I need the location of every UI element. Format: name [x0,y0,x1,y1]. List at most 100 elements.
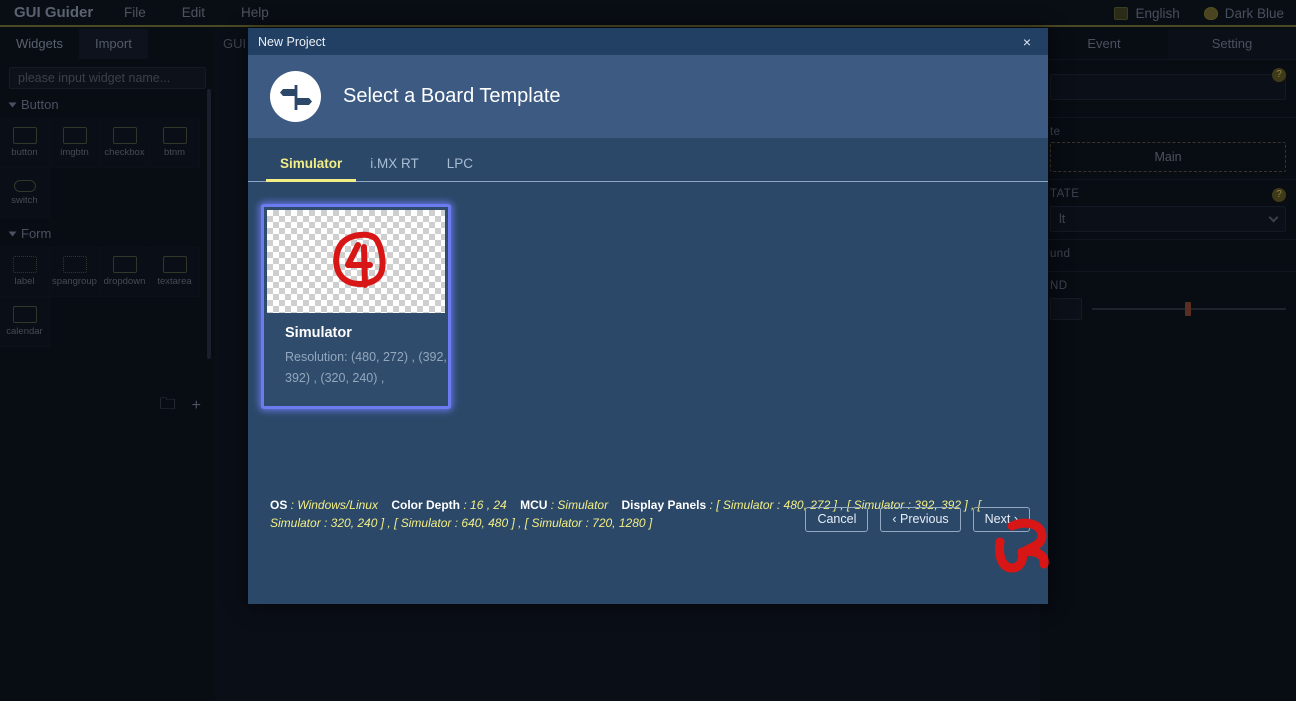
widget-textarea[interactable]: textarea [150,247,200,297]
widget-group-form-label: Form [21,226,52,241]
dialog-body: Simulator Resolution: (480, 272) , (392,… [248,182,1048,546]
chevron-down-icon [8,231,17,236]
board-preview-image [267,210,445,313]
inspector-field-state: ? TATE lt [1040,179,1296,239]
widget-calendar[interactable]: calendar [0,297,50,347]
btnm-icon [162,127,187,144]
palette-icon [1203,7,1218,20]
inspector-field-name: ? [1040,59,1296,117]
card-description: Resolution: (480, 272) , (392, 392) , (3… [285,350,447,385]
app-brand: GUI Guider [14,4,94,21]
name-input[interactable] [1050,74,1286,100]
switch-icon [13,179,36,192]
widget-spangroup[interactable]: spangroup [50,247,100,297]
chevron-down-icon [1268,212,1279,223]
tab-widgets[interactable]: Widgets [0,29,79,59]
widget-label: dropdown [103,276,146,287]
menu-item-file[interactable]: File [106,0,164,26]
imgbtn-icon [62,127,87,144]
dialog-title: New Project [258,34,326,49]
tab-import[interactable]: Import [78,29,148,59]
widget-checkbox[interactable]: checkbox [100,118,150,168]
checkbox-icon [112,127,137,144]
widget-label: calendar [6,326,43,337]
bg-opacity-label: ND [1050,280,1068,292]
widget-group-form-grid: label spangroup dropdown textarea calend… [0,247,215,347]
signpost-icon [270,71,321,122]
theme-selector[interactable]: Dark Blue [1192,6,1296,21]
slider-thumb[interactable] [1185,302,1192,316]
tab-simulator[interactable]: Simulator [266,156,357,182]
widget-dropdown[interactable]: dropdown [100,247,150,297]
language-icon [1114,7,1129,20]
language-selector[interactable]: English [1102,6,1191,21]
bg-opacity-row [1050,298,1286,320]
calendar-icon [12,306,37,323]
add-icon[interactable]: + [192,397,201,415]
parent-value[interactable]: Main [1050,142,1286,172]
state-select-value: lt [1059,212,1066,226]
widget-label: label [14,276,35,287]
card-title: Simulator [285,325,352,341]
previous-button[interactable]: ‹ Previous [880,506,961,532]
tab-setting[interactable]: Setting [1168,29,1296,59]
widget-button[interactable]: button [0,118,50,168]
spangroup-icon [62,256,87,273]
tab-event[interactable]: Event [1040,29,1168,59]
new-project-dialog: New Project × Select a Board Template Si… [248,28,1048,604]
sidebar-footer: 🗀 + [0,389,215,423]
dialog-titlebar: New Project × [248,28,1048,55]
inspector-panel: Event Setting ? te Main ? TATE lt und ND [1040,29,1296,701]
widget-label-w[interactable]: label [0,247,50,297]
widget-label: switch [11,194,38,206]
sidebar-scrollbar[interactable] [207,89,211,359]
help-icon[interactable]: ? [1272,188,1286,202]
board-template-card-simulator[interactable]: Simulator Resolution: (480, 272) , (392,… [261,204,451,409]
button-icon [12,127,37,144]
dialog-header: Select a Board Template [248,55,1048,138]
dialog-actions: Cancel ‹ Previous Next › [248,492,1048,546]
close-icon[interactable]: × [1016,34,1038,50]
language-label: English [1135,6,1180,21]
widget-group-button-header[interactable]: Button [0,89,215,118]
inspector-field-bg-opacity: ND [1040,271,1296,331]
open-folder-icon[interactable]: 🗀 [160,393,176,420]
widget-switch[interactable]: switch [0,168,50,218]
label-icon [12,256,37,273]
opacity-slider[interactable] [1092,302,1286,316]
state-label: TATE [1050,188,1080,200]
widget-sidebar: Widgets Import please input widget name.… [0,29,215,701]
textarea-icon [162,256,187,273]
widget-btnm[interactable]: btnm [150,118,200,168]
menu-item-help[interactable]: Help [223,0,287,26]
theme-label: Dark Blue [1224,6,1284,21]
cancel-button[interactable]: Cancel [805,506,869,532]
tab-imxrt[interactable]: i.MX RT [356,156,433,181]
red-annotation-four-icon [333,231,386,288]
widget-label: spangroup [52,276,97,287]
widget-label: imgbtn [60,147,89,158]
menu-item-edit[interactable]: Edit [164,0,223,26]
chevron-down-icon [8,102,17,107]
parent-label: te [1050,126,1061,138]
dialog-tabs: Simulator i.MX RT LPC [248,138,1048,182]
inspector-field-background: und [1040,239,1296,271]
help-icon[interactable]: ? [1272,68,1286,82]
background-label: und [1050,248,1071,260]
widget-group-form-header[interactable]: Form [0,218,215,247]
sidebar-fade [0,361,215,389]
widget-label: textarea [157,276,192,287]
state-select[interactable]: lt [1050,206,1286,232]
color-swatch[interactable] [1050,298,1082,320]
dropdown-icon [112,256,137,273]
dialog-heading: Select a Board Template [343,85,561,107]
widget-label: btnm [163,147,186,158]
canvas-tab[interactable]: GUI [223,29,246,59]
widget-label: button [11,147,38,158]
tab-lpc[interactable]: LPC [433,156,487,181]
widget-search-input[interactable]: please input widget name... [9,67,206,89]
widget-imgbtn[interactable]: imgbtn [50,118,100,168]
sidebar-tabs: Widgets Import [0,29,215,59]
next-button[interactable]: Next › [972,506,1030,532]
menu-bar: GUI Guider File Edit Help English Dark B… [0,0,1296,27]
